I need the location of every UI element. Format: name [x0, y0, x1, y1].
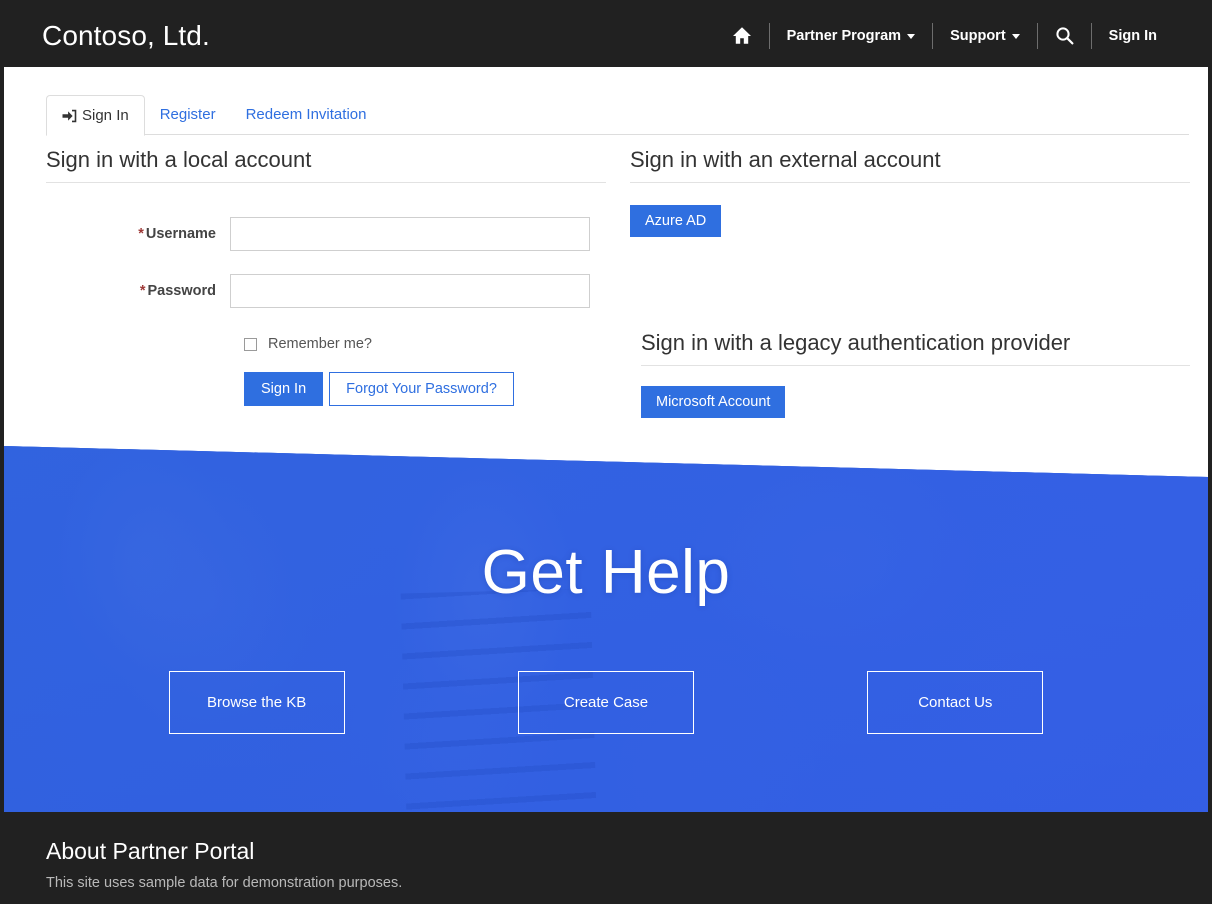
- nav-item-support[interactable]: Support: [933, 4, 1037, 67]
- sign-in-button[interactable]: Sign In: [244, 372, 324, 406]
- legacy-account-heading: Sign in with a legacy authentication pro…: [641, 330, 1190, 366]
- search-icon: [1055, 26, 1074, 45]
- microsoft-account-button[interactable]: Microsoft Account: [641, 386, 786, 418]
- remember-me-checkbox[interactable]: [244, 337, 257, 351]
- tab-label: Redeem Invitation: [245, 106, 367, 123]
- home-icon: [732, 26, 752, 45]
- create-case-button[interactable]: Create Case: [517, 671, 694, 734]
- nav-item-label: Support: [950, 27, 1006, 44]
- remember-me-row: Remember me?: [244, 336, 606, 352]
- tab-strip: Sign In Register Redeem Invitation: [46, 67, 1189, 136]
- password-row: * Password: [46, 274, 606, 308]
- external-account-panel: Sign in with an external account Azure A…: [630, 147, 1190, 418]
- local-account-actions: Sign In Forgot Your Password?: [244, 372, 606, 406]
- remember-me-label[interactable]: Remember me?: [268, 336, 372, 352]
- username-label: * Username: [46, 226, 230, 242]
- hero-title: Get Help: [481, 538, 731, 607]
- password-label: * Password: [46, 283, 230, 299]
- nav-search-button[interactable]: [1038, 4, 1091, 67]
- username-row: * Username: [46, 217, 606, 251]
- password-label-text: Password: [147, 283, 217, 299]
- hero-content: Get Help Browse the KB Create Case Conta…: [4, 446, 1208, 812]
- nav-item-label: Partner Program: [786, 27, 902, 44]
- local-account-panel: Sign in with a local account * Username *…: [46, 147, 606, 406]
- hero-section: Get Help Browse the KB Create Case Conta…: [4, 446, 1208, 812]
- footer-text: This site uses sample data for demonstra…: [46, 875, 403, 891]
- tab-label: Sign In: [82, 107, 129, 124]
- tab-label: Register: [159, 106, 216, 123]
- azure-ad-button[interactable]: Azure AD: [630, 205, 722, 237]
- username-label-text: Username: [145, 226, 216, 242]
- browser-frame: Contoso, Ltd. Partner Program Support Si…: [0, 0, 1212, 904]
- top-navbar: Contoso, Ltd. Partner Program Support Si…: [4, 4, 1208, 67]
- navbar-right-group: Partner Program Support Sign In: [715, 4, 1174, 67]
- hero-button-group: Browse the KB Create Case Contact Us: [4, 671, 1208, 734]
- required-marker: *: [139, 283, 146, 299]
- nav-item-partner-program[interactable]: Partner Program: [770, 4, 932, 67]
- nav-sign-in-link[interactable]: Sign In: [1092, 4, 1174, 67]
- browse-kb-button[interactable]: Browse the KB: [168, 671, 345, 734]
- forgot-password-button[interactable]: Forgot Your Password?: [329, 372, 514, 406]
- tab-sign-in[interactable]: Sign In: [46, 95, 145, 136]
- password-input[interactable]: [230, 274, 590, 308]
- footer-title: About Partner Portal: [46, 838, 255, 864]
- sign-in-icon: [62, 109, 77, 123]
- chevron-down-icon: [1011, 34, 1020, 39]
- contact-us-button[interactable]: Contact Us: [867, 671, 1044, 734]
- username-input[interactable]: [230, 217, 590, 251]
- footer: About Partner Portal This site uses samp…: [4, 812, 1208, 900]
- tabs-container: Sign In Register Redeem Invitation: [4, 67, 1208, 136]
- chevron-down-icon: [907, 34, 916, 39]
- page-root: Contoso, Ltd. Partner Program Support Si…: [4, 4, 1208, 900]
- brand-title[interactable]: Contoso, Ltd.: [42, 20, 210, 52]
- local-account-heading: Sign in with a local account: [46, 147, 606, 183]
- tab-redeem-invitation[interactable]: Redeem Invitation: [231, 94, 382, 135]
- required-marker: *: [138, 226, 144, 242]
- external-account-heading: Sign in with an external account: [630, 147, 1190, 183]
- tab-register[interactable]: Register: [145, 94, 231, 135]
- legacy-account-panel: Sign in with a legacy authentication pro…: [641, 330, 1190, 418]
- nav-home-link[interactable]: [715, 4, 769, 67]
